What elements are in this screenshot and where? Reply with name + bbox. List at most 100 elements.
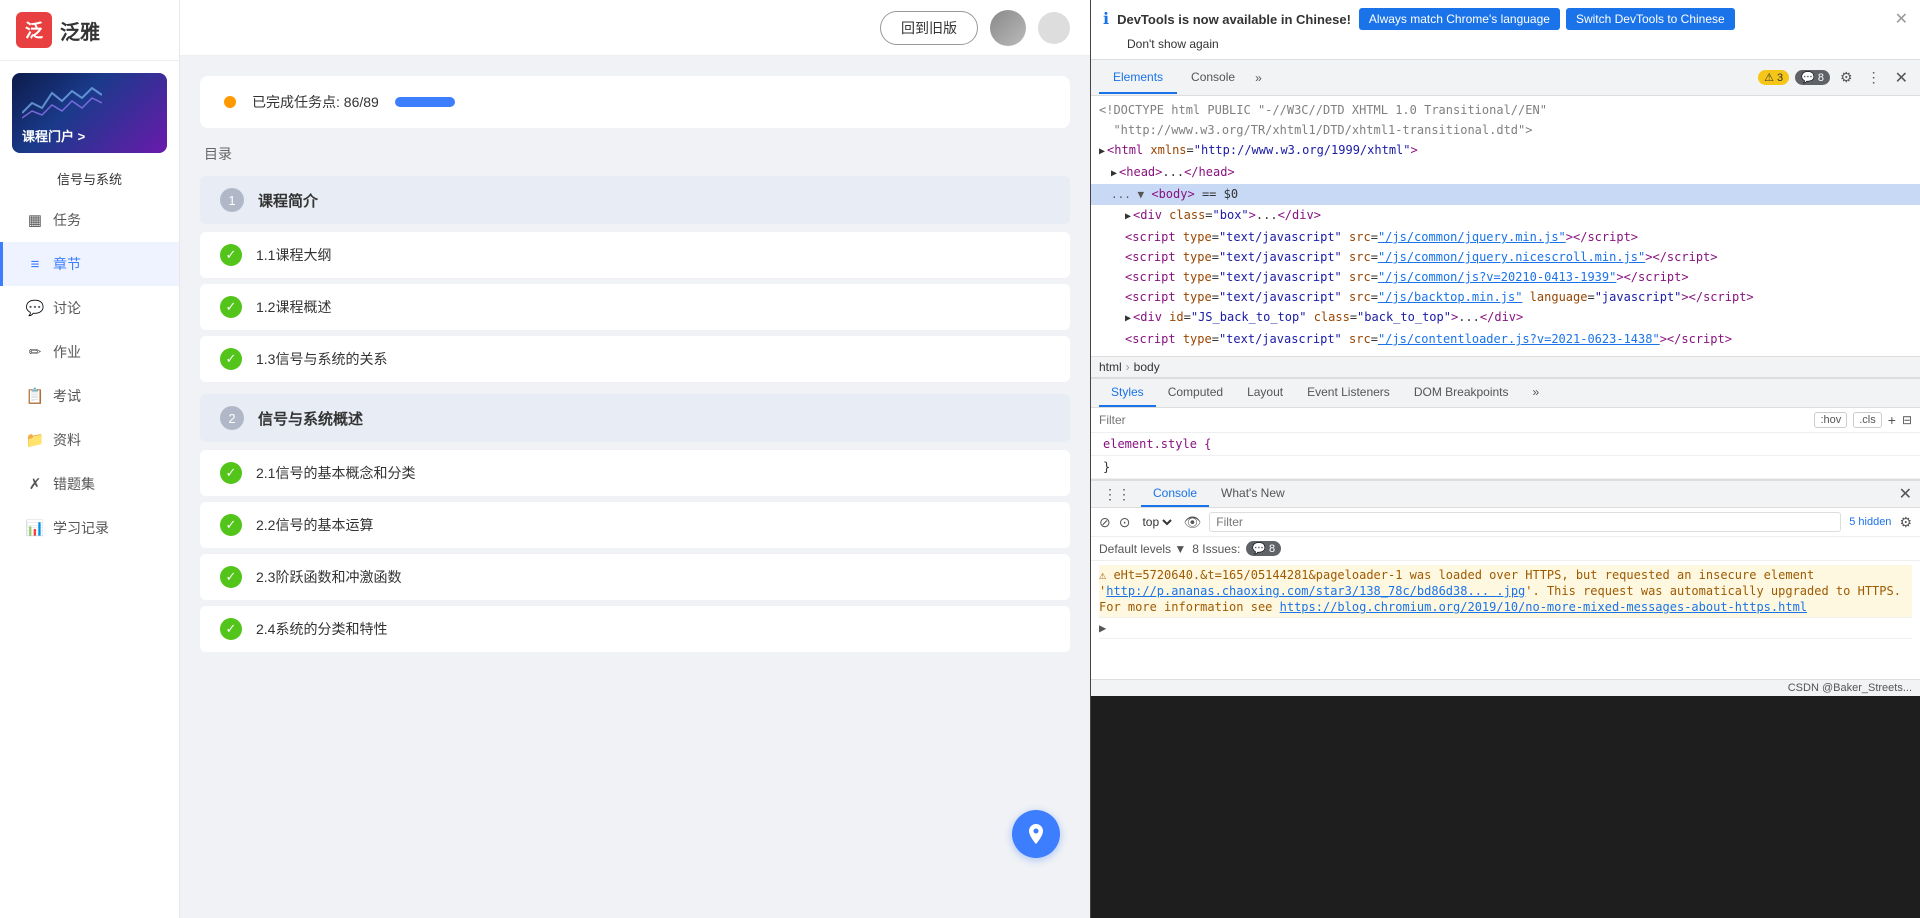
lesson-1-2[interactable]: ✓ 1.2课程概述 (200, 284, 1070, 330)
banner-bg: 课程门户 > (12, 73, 167, 153)
sidebar-item-homework[interactable]: ✏ 作业 (0, 330, 179, 374)
settings-icon[interactable]: ⚙ (1836, 67, 1857, 88)
lesson-2-2-title: 2.2信号的基本运算 (256, 515, 373, 535)
sidebar-item-records[interactable]: 📊 学习记录 (0, 506, 179, 550)
console-filter-input[interactable] (1209, 512, 1841, 532)
console-tabs: ⋮⋮ Console What's New ✕ (1091, 481, 1920, 508)
console-gear-icon[interactable]: ⚙ (1899, 514, 1912, 531)
styles-filter-input[interactable] (1099, 413, 1808, 427)
sidebar-item-resources[interactable]: 📁 资料 (0, 418, 179, 462)
chapter-2-num: 2 (220, 406, 244, 430)
console-stop-icon[interactable]: ⊙ (1119, 514, 1131, 531)
chapter-1-title: 课程简介 (258, 190, 318, 211)
div-box-line[interactable]: ▶<div class="box">...</div> (1091, 205, 1920, 227)
tasks-label: 任务 (53, 210, 81, 230)
doctype-line2[interactable]: "http://www.w3.org/TR/xhtml1/DTD/xhtml1-… (1091, 120, 1920, 140)
lesson-2-2[interactable]: ✓ 2.2信号的基本运算 (200, 502, 1070, 548)
style-rule-element: element.style { (1091, 433, 1920, 456)
tab-console[interactable]: Console (1177, 62, 1249, 94)
lesson-1-1[interactable]: ✓ 1.1课程大纲 (200, 232, 1070, 278)
notif-btn-switch-chinese[interactable]: Switch DevTools to Chinese (1566, 8, 1735, 30)
cls-button[interactable]: .cls (1853, 412, 1882, 428)
notif-title: DevTools is now available in Chinese! (1117, 12, 1351, 27)
info-icon: ℹ (1103, 9, 1109, 29)
sidebar-item-chapters[interactable]: ≡ 章节 (0, 242, 179, 286)
notif-btn-match-language[interactable]: Always match Chrome's language (1359, 8, 1560, 30)
hov-button[interactable]: :hov (1814, 412, 1847, 428)
banner-caption[interactable]: 课程门户 > (22, 126, 85, 145)
dont-show-label[interactable]: Don't show again (1127, 37, 1219, 51)
sidebar-item-exam[interactable]: 📋 考试 (0, 374, 179, 418)
check-icon-1-3: ✓ (220, 348, 242, 370)
sidebar-item-mistakes[interactable]: ✗ 错题集 (0, 462, 179, 506)
styles-tab-event-listeners[interactable]: Event Listeners (1295, 379, 1402, 407)
div-backtop-line[interactable]: ▶<div id="JS_back_to_top" class="back_to… (1091, 307, 1920, 329)
user-avatar-2[interactable] (1038, 12, 1070, 44)
default-levels-label[interactable]: Default levels ▼ (1099, 542, 1186, 556)
add-rule-button[interactable]: + (1888, 412, 1896, 428)
breadcrumb-html[interactable]: html (1099, 360, 1122, 374)
tasks-icon: ▦ (27, 212, 43, 228)
expand-pane-button[interactable]: ⊟ (1902, 413, 1912, 427)
script-common-line[interactable]: <script type="text/javascript" src="/js/… (1091, 267, 1920, 287)
chapter-1-header[interactable]: 1 课程简介 (200, 176, 1070, 224)
console-arrow-row: ▶ (1099, 618, 1912, 639)
console-link-1[interactable]: http://p.ananas.chaoxing.com/star3/138_7… (1106, 584, 1525, 598)
lesson-2-3[interactable]: ✓ 2.3阶跃函数和冲激函数 (200, 554, 1070, 600)
body-line[interactable]: ... ▼ <body> == $0 (1091, 184, 1920, 205)
html-line[interactable]: ▶<html xmlns="http://www.w3.org/1999/xht… (1091, 140, 1920, 162)
lesson-2-1[interactable]: ✓ 2.1信号的基本概念和分类 (200, 450, 1070, 496)
styles-tabs: Styles Computed Layout Event Listeners D… (1091, 379, 1920, 408)
back-button[interactable]: 回到旧版 (880, 11, 978, 45)
styles-tab-layout[interactable]: Layout (1235, 379, 1295, 407)
msg-badge: 💬 8 (1795, 70, 1830, 85)
styles-tab-computed[interactable]: Computed (1156, 379, 1235, 407)
script-contentloader-line[interactable]: <script type="text/javascript" src="/js/… (1091, 329, 1920, 349)
sidebar: 泛 泛雅 课程门户 > 信号与系统 ▦ 任务 ≡ 章节 💬 讨论 ✏ 作业 📋 … (0, 0, 180, 918)
script-nicescroll-line[interactable]: <script type="text/javascript" src="/js/… (1091, 247, 1920, 267)
console-tab-console[interactable]: Console (1141, 481, 1209, 507)
logo-text: 泛雅 (60, 16, 100, 45)
sidebar-item-tasks[interactable]: ▦ 任务 (0, 198, 179, 242)
console-toolbar: ⊘ ⊙ top 👁 5 hidden ⚙ (1091, 508, 1920, 537)
content-area: 已完成任务点: 86/89 目录 1 课程简介 ✓ 1.1课程大纲 ✓ 1.2课… (180, 56, 1090, 918)
logo-icon: 泛 (16, 12, 52, 48)
lesson-2-4[interactable]: ✓ 2.4系统的分类和特性 (200, 606, 1070, 652)
styles-tab-styles[interactable]: Styles (1099, 379, 1156, 407)
notif-close-icon[interactable]: ✕ (1895, 9, 1908, 29)
mistakes-icon: ✗ (27, 476, 43, 492)
console-expand-arrow[interactable]: ▶ (1099, 621, 1106, 635)
script-jquery-line[interactable]: <script type="text/javascript" src="/js/… (1091, 227, 1920, 247)
styles-tab-more[interactable]: » (1521, 379, 1552, 407)
console-clear-icon[interactable]: ⊘ (1099, 514, 1111, 531)
dont-show-row: Don't show again (1103, 36, 1908, 51)
doctype-line[interactable]: <!DOCTYPE html PUBLIC "-//W3C//DTD XHTML… (1091, 100, 1920, 120)
breadcrumb-body[interactable]: body (1134, 360, 1160, 374)
script-backtop-line[interactable]: <script type="text/javascript" src="/js/… (1091, 287, 1920, 307)
course-banner[interactable]: 课程门户 > (12, 73, 167, 153)
lesson-2-3-title: 2.3阶跃函数和冲激函数 (256, 567, 401, 587)
fab-button[interactable] (1012, 810, 1060, 858)
head-line[interactable]: ▶<head>...</head> (1091, 162, 1920, 184)
console-drag-handle[interactable]: ⋮⋮ (1099, 484, 1135, 505)
chapter-2-header[interactable]: 2 信号与系统概述 (200, 394, 1070, 442)
console-hidden-count[interactable]: 5 hidden (1849, 516, 1891, 528)
console-panel: ⋮⋮ Console What's New ✕ ⊘ ⊙ top 👁 5 hidd… (1091, 479, 1920, 679)
console-eye-icon[interactable]: 👁 (1183, 514, 1201, 531)
devtools-close-icon[interactable]: ✕ (1891, 66, 1912, 90)
lesson-1-3[interactable]: ✓ 1.3信号与系统的关系 (200, 336, 1070, 382)
console-tab-whats-new[interactable]: What's New (1209, 481, 1297, 507)
console-link-2[interactable]: https://blog.chromium.org/2019/10/no-mor… (1280, 600, 1807, 614)
elements-panel[interactable]: <!DOCTYPE html PUBLIC "-//W3C//DTD XHTML… (1091, 96, 1920, 356)
tab-more[interactable]: » (1249, 63, 1268, 93)
logo-area: 泛 泛雅 (0, 0, 179, 61)
tab-elements[interactable]: Elements (1099, 62, 1177, 94)
styles-tab-dom-breakpoints[interactable]: DOM Breakpoints (1402, 379, 1521, 407)
resources-icon: 📁 (27, 432, 43, 448)
chapter-2-title: 信号与系统概述 (258, 408, 363, 429)
sidebar-item-discussion[interactable]: 💬 讨论 (0, 286, 179, 330)
more-options-icon[interactable]: ⋮ (1863, 67, 1885, 88)
console-top-select[interactable]: top (1138, 514, 1175, 530)
console-close-icon[interactable]: ✕ (1899, 484, 1912, 504)
user-avatar[interactable] (990, 10, 1026, 46)
